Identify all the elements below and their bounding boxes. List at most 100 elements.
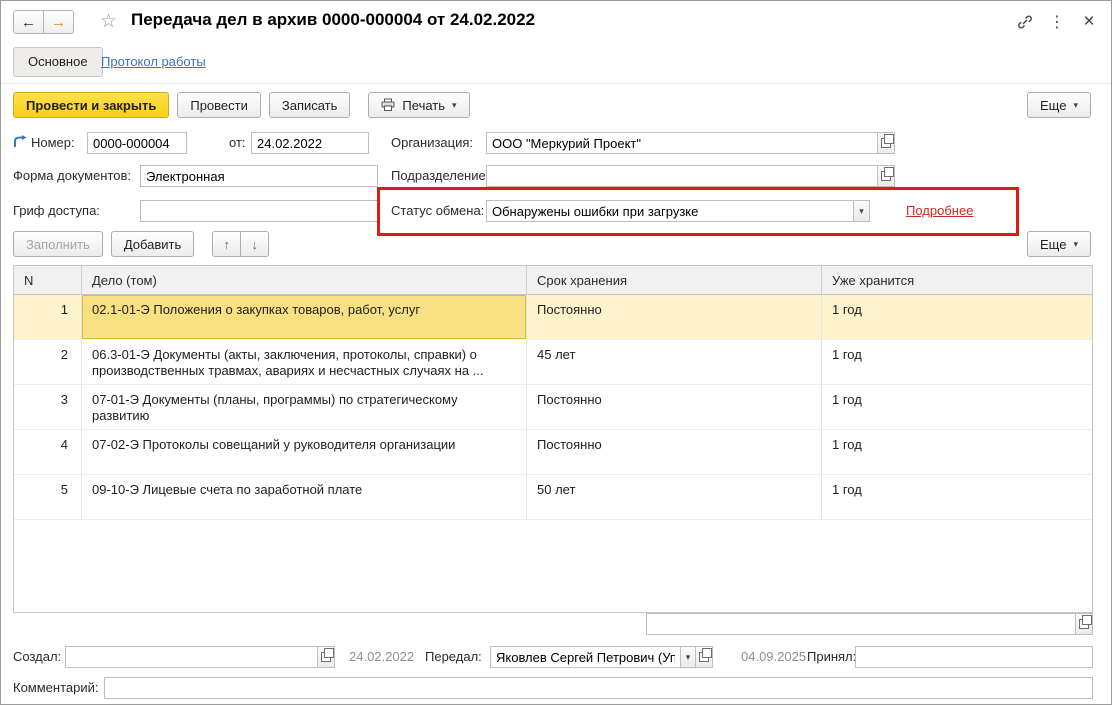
organization-label: Организация: (391, 135, 474, 150)
status-label: Статус обмена: (391, 203, 485, 218)
back-button[interactable]: ← (14, 11, 43, 33)
status-input[interactable] (486, 200, 854, 222)
post-button[interactable]: Провести (177, 92, 261, 118)
col-header-case[interactable]: Дело (том) (82, 266, 527, 294)
chevron-down-icon: ▾ (1073, 238, 1078, 249)
department-label: Подразделение: (391, 168, 490, 183)
close-icon: × (1083, 11, 1095, 32)
favorite-star-icon[interactable]: ☆ (100, 10, 117, 34)
organization-input[interactable] (486, 132, 878, 154)
transferred-open-button[interactable] (695, 646, 713, 668)
post-label: Провести (190, 97, 248, 113)
chevron-down-icon: ▾ (452, 99, 457, 110)
doc-form-input[interactable] (140, 165, 378, 187)
footer-right-input[interactable] (646, 613, 1076, 635)
move-down-button[interactable]: ↓ (240, 232, 269, 256)
transferred-dropdown-button[interactable]: ▾ (680, 646, 696, 668)
table-row[interactable]: 4 07-02-Э Протоколы совещаний у руководи… (14, 430, 1092, 475)
comment-input[interactable] (104, 677, 1093, 699)
col-header-period[interactable]: Срок хранения (527, 266, 822, 294)
add-button[interactable]: Добавить (110, 231, 195, 257)
organization-open-button[interactable] (877, 132, 895, 154)
details-link[interactable]: Подробнее (906, 203, 973, 218)
forward-button[interactable]: → (43, 11, 73, 33)
cell-n[interactable]: 4 (14, 430, 82, 475)
more-button[interactable]: Еще ▾ (1027, 92, 1091, 118)
open-icon (321, 648, 334, 662)
cell-period[interactable]: Постоянно (527, 295, 822, 340)
open-icon (881, 167, 894, 181)
department-input[interactable] (486, 165, 878, 187)
history-nav: ← → (13, 10, 74, 34)
cell-case[interactable]: 07-01-Э Документы (планы, программы) по … (82, 385, 527, 430)
chevron-down-icon: ▾ (1073, 99, 1078, 110)
cell-period[interactable]: 50 лет (527, 475, 822, 520)
cell-period[interactable]: Постоянно (527, 385, 822, 430)
open-icon (1079, 615, 1092, 629)
cell-n[interactable]: 1 (14, 295, 82, 340)
table-header: N Дело (том) Срок хранения Уже хранится (14, 266, 1092, 295)
cell-case[interactable]: 09-10-Э Лицевые счета по заработной плат… (82, 475, 527, 520)
cell-stored[interactable]: 1 год (822, 295, 1092, 340)
cell-case[interactable]: 07-02-Э Протоколы совещаний у руководите… (82, 430, 527, 475)
col-header-stored[interactable]: Уже хранится (822, 266, 1092, 294)
table-row[interactable]: 5 09-10-Э Лицевые счета по заработной пл… (14, 475, 1092, 520)
fill-button[interactable]: Заполнить (13, 231, 103, 257)
footer-right-open-button[interactable] (1075, 613, 1093, 635)
tab-protocol-link[interactable]: Протокол работы (101, 54, 206, 69)
cell-n[interactable]: 3 (14, 385, 82, 430)
status-dropdown-button[interactable]: ▾ (853, 200, 870, 222)
cell-stored[interactable]: 1 год (822, 385, 1092, 430)
write-label: Записать (281, 97, 338, 113)
close-button[interactable]: × (1077, 11, 1101, 33)
cell-n[interactable]: 2 (14, 340, 82, 385)
cell-period[interactable]: Постоянно (527, 430, 822, 475)
number-input[interactable] (87, 132, 187, 154)
print-label: Печать (402, 97, 446, 113)
write-button[interactable]: Записать (268, 92, 351, 118)
kebab-icon: ⋮ (1049, 14, 1065, 31)
forward-arrow-icon: → (51, 13, 66, 31)
doc-form-label: Форма документов: (13, 168, 132, 183)
from-label: от: (229, 135, 246, 150)
command-bar: Провести и закрыть Провести Записать Печ… (13, 91, 1091, 119)
created-date: 24.02.2022 (349, 649, 415, 664)
date-input[interactable] (251, 132, 369, 154)
cell-stored[interactable]: 1 год (822, 430, 1092, 475)
created-label: Создал: (13, 649, 62, 664)
printer-icon (381, 98, 395, 111)
print-button[interactable]: Печать ▾ (368, 92, 470, 118)
created-open-button[interactable] (317, 646, 335, 668)
get-link-button[interactable] (1013, 11, 1037, 33)
move-up-button[interactable]: ↑ (213, 232, 241, 256)
table-row[interactable]: 2 06.3-01-Э Документы (акты, заключения,… (14, 340, 1092, 385)
transferred-label: Передал: (425, 649, 482, 664)
arrow-up-icon: ↑ (223, 236, 231, 252)
chevron-down-icon: ▾ (859, 205, 864, 216)
col-header-n[interactable]: N (14, 266, 82, 294)
cell-n[interactable]: 5 (14, 475, 82, 520)
back-arrow-icon: ← (21, 13, 36, 31)
cell-stored[interactable]: 1 год (822, 475, 1092, 520)
transferred-input[interactable] (490, 646, 681, 668)
tab-main[interactable]: Основное (13, 47, 103, 77)
fill-label: Заполнить (26, 236, 90, 252)
open-icon (699, 648, 712, 662)
table-more-button[interactable]: Еще ▾ (1027, 231, 1091, 257)
cell-case[interactable]: 06.3-01-Э Документы (акты, заключения, п… (82, 340, 527, 385)
menu-kebab-button[interactable]: ⋮ (1045, 11, 1069, 33)
arrow-down-icon: ↓ (251, 236, 259, 252)
table-row[interactable]: 3 07-01-Э Документы (планы, программы) п… (14, 385, 1092, 430)
department-open-button[interactable] (877, 165, 895, 187)
post-and-close-button[interactable]: Провести и закрыть (13, 92, 170, 118)
table-row[interactable]: 1 02.1-01-Э Положения о закупках товаров… (14, 295, 1092, 340)
created-input[interactable] (65, 646, 318, 668)
chevron-down-icon: ▾ (685, 651, 691, 662)
move-buttons: ↑ ↓ (212, 231, 270, 257)
access-input[interactable] (140, 200, 378, 222)
link-icon (1018, 15, 1032, 29)
accepted-input[interactable] (855, 646, 1093, 668)
cell-stored[interactable]: 1 год (822, 340, 1092, 385)
cell-case[interactable]: 02.1-01-Э Положения о закупках товаров, … (82, 295, 527, 340)
cell-period[interactable]: 45 лет (527, 340, 822, 385)
